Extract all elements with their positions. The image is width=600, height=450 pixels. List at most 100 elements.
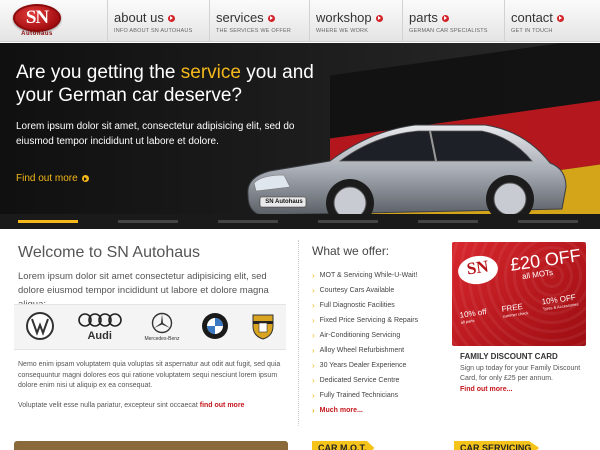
audi-logo: Audi [77, 312, 123, 342]
offer-section: What we offer: › MOT & Servicing While-U-… [312, 244, 452, 418]
arrow-right-icon: › [312, 346, 315, 355]
nav-about-us-label: about us [114, 10, 164, 25]
hero-title-start: Are you getting the [16, 62, 181, 83]
family-card-link[interactable]: Find out more... [460, 386, 513, 393]
hero-find-out-more-link[interactable]: Find out more [16, 173, 89, 184]
arrow-right-icon [375, 14, 383, 22]
list-item: › Courtesy Cars Available [312, 283, 452, 298]
list-item-label: Fully Trained Technicians [319, 392, 399, 399]
welcome-footer-copy: Voluptate velit esse nulla pariatur, exc… [18, 402, 198, 409]
slide-indicator[interactable] [118, 220, 178, 223]
offer-list: › MOT & Servicing While-U-Wait! › Courtesy… [312, 268, 452, 418]
family-card-title: FAMILY DISCOUNT CARD [460, 352, 558, 361]
list-item-label: MOT & Servicing While-U-Wait! [319, 272, 418, 279]
list-item-label: Alloy Wheel Refurbishment [319, 347, 405, 354]
list-item: › 30 Years Dealer Experience [312, 358, 452, 373]
hero-text: Lorem ipsum dolor sit amet, consectetur … [16, 121, 295, 147]
arrow-right-icon: › [312, 331, 315, 340]
brand-name-audi: Audi [87, 330, 112, 342]
bottom-banner [14, 441, 288, 450]
list-item: › MOT & Servicing While-U-Wait! [312, 268, 452, 283]
voucher-offer-parts: 10% off all parts [459, 307, 488, 325]
offer-more-link[interactable]: › Much more... [312, 403, 452, 418]
porsche-crest-icon [252, 314, 274, 340]
slider-indicators [0, 214, 600, 229]
slide-indicator[interactable] [518, 220, 578, 223]
welcome-find-out-more-link[interactable]: find out more [200, 402, 245, 409]
arrow-right-icon: › [312, 361, 315, 370]
list-item: › Full Diagnostic Facilities [312, 298, 452, 313]
list-item-label: Air-Conditioning Servicing [319, 332, 401, 339]
voucher-logo-text: SN [465, 256, 490, 279]
arrow-right-icon [167, 14, 175, 22]
slide-indicator[interactable] [418, 220, 478, 223]
hero-banner: SN Autohaus Are you getting the service … [0, 43, 600, 229]
nav-services-sub: THE SERVICES WE OFFER [216, 28, 291, 34]
list-item-label: Dedicated Service Centre [319, 377, 400, 384]
nav-about-us-sub: INFO ABOUT SN AUTOHAUS [114, 28, 193, 34]
voucher-offer-free: FREE summer check [501, 302, 529, 319]
hero-title-highlight: service [180, 62, 241, 83]
nav-about-us[interactable]: about us INFO ABOUT SN AUTOHAUS [107, 0, 209, 42]
bmw-logo [201, 312, 229, 342]
arrow-right-icon: › [312, 316, 315, 325]
list-item-label: 30 Years Dealer Experience [319, 362, 407, 369]
slide-indicator[interactable] [318, 220, 378, 223]
nav-services-label: services [216, 10, 264, 25]
nav-parts-sub: GERMAN CAR SPECIALISTS [409, 28, 488, 34]
nav-services[interactable]: services THE SERVICES WE OFFER [209, 0, 309, 42]
logo[interactable]: SN Autohaus [13, 4, 61, 40]
nav-parts-label: parts [409, 10, 438, 25]
family-card-text: Sign up today for your Family Discount C… [460, 365, 581, 382]
mercedes-logo: Mercedes-Benz [144, 312, 180, 342]
offer-more-label: Much more... [319, 407, 363, 414]
porsche-logo [251, 312, 275, 342]
arrow-right-icon [267, 14, 275, 22]
logo-text: SN [25, 7, 49, 28]
nav-contact[interactable]: contact GET IN TOUCH [504, 0, 600, 42]
arrow-right-icon: › [312, 406, 315, 415]
list-item: › Alloy Wheel Refurbishment [312, 343, 452, 358]
nav-workshop[interactable]: workshop WHERE WE WORK [309, 0, 402, 42]
hero-title: Are you getting the service you and your… [16, 61, 356, 107]
arrow-right-icon [441, 14, 449, 22]
nav-parts[interactable]: parts GERMAN CAR SPECIALISTS [402, 0, 504, 42]
discount-card-image[interactable]: SN £20 OFF all MOTs 10% off all parts FRE… [452, 242, 586, 346]
slide-indicator[interactable] [18, 220, 78, 223]
nav-workshop-sub: WHERE WE WORK [316, 28, 369, 34]
brand-name-mercedes: Mercedes-Benz [144, 336, 180, 342]
nav-contact-label: contact [511, 10, 553, 25]
servicing-tag[interactable]: CAR SERVICING [454, 441, 540, 450]
volkswagen-logo [25, 311, 55, 343]
nav-contact-sub: GET IN TOUCH [511, 28, 553, 34]
arrow-right-icon [556, 14, 564, 22]
list-item: › Fixed Price Servicing & Repairs [312, 313, 452, 328]
logo-subtext: Autohaus [21, 31, 53, 37]
arrow-right-icon: › [312, 271, 315, 280]
welcome-footer-text: Voluptate velit esse nulla pariatur, exc… [18, 402, 298, 409]
hero-link-label: Find out more [16, 173, 78, 184]
license-plate: SN Autohaus [265, 199, 303, 205]
list-item-label: Full Diagnostic Facilities [319, 302, 395, 309]
column-divider [298, 240, 299, 426]
mot-tag[interactable]: CAR M.O.T. [312, 441, 375, 450]
mercedes-star-icon [151, 312, 173, 334]
car-image [247, 124, 567, 229]
welcome-body: Nemo enim ipsam voluptatem quia voluptas… [18, 361, 281, 389]
list-item: › Dedicated Service Centre [312, 373, 452, 388]
arrow-right-icon: › [312, 391, 315, 400]
vw-icon [25, 312, 54, 340]
list-item: › Air-Conditioning Servicing [312, 328, 452, 343]
voucher-logo: SN [456, 253, 500, 287]
site-header: SN Autohaus about us INFO ABOUT SN AUTOH… [0, 0, 600, 42]
arrow-right-icon: › [312, 301, 315, 310]
list-item: › Fully Trained Technicians [312, 388, 452, 403]
arrow-right-icon: › [312, 376, 315, 385]
slide-indicator[interactable] [218, 220, 278, 223]
arrow-right-icon [81, 175, 89, 182]
list-item-label: Courtesy Cars Available [319, 287, 395, 294]
offer-title: What we offer: [312, 244, 390, 258]
welcome-title: Welcome to SN Autohaus [18, 244, 201, 261]
audi-rings-icon [77, 313, 122, 327]
arrow-right-icon: › [312, 286, 315, 295]
